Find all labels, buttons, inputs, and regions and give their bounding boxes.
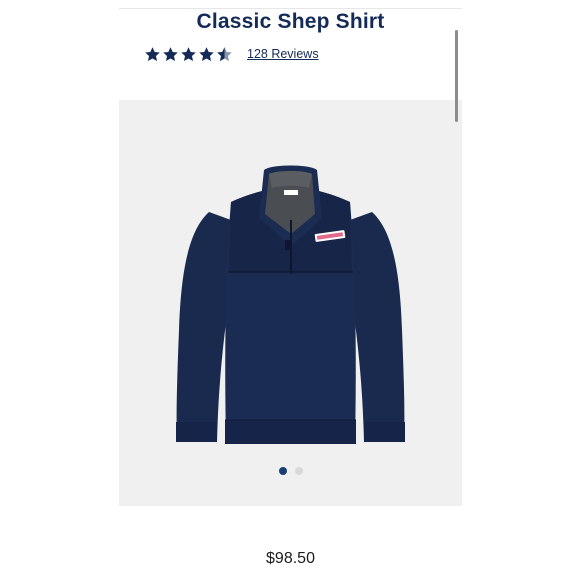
scrollbar[interactable] bbox=[455, 30, 458, 122]
star-icon bbox=[199, 46, 214, 61]
product-title: Classic Shep Shirt bbox=[196, 10, 385, 33]
reviews-link[interactable]: 128 Reviews bbox=[247, 47, 319, 61]
rating-row: 128 Reviews bbox=[144, 44, 319, 64]
half-star-icon bbox=[217, 46, 232, 61]
product-price: $98.50 bbox=[266, 550, 315, 567]
star-rating bbox=[144, 46, 233, 63]
gallery-dot-1[interactable] bbox=[278, 467, 287, 475]
star-icon bbox=[145, 46, 160, 61]
left-margin bbox=[0, 0, 119, 580]
gallery-dot-2[interactable] bbox=[294, 467, 303, 475]
star-icon bbox=[181, 46, 196, 61]
gallery-pagination bbox=[119, 467, 462, 475]
star-icon bbox=[163, 46, 178, 61]
quarter-zip-pullover-image bbox=[176, 165, 405, 444]
right-margin bbox=[462, 0, 580, 580]
top-edge bbox=[119, 0, 462, 9]
product-page: Classic Shep Shirt 128 Reviews $98.50 bbox=[119, 0, 462, 580]
product-gallery[interactable] bbox=[119, 100, 462, 506]
